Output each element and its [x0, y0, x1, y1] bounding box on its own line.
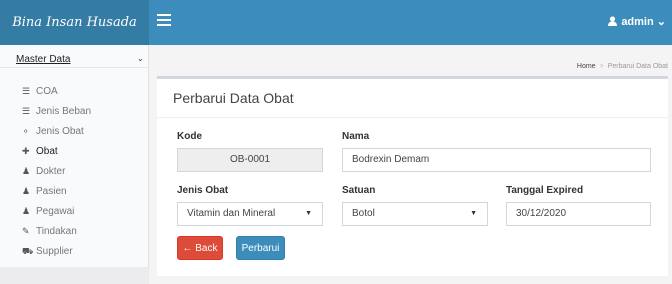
sidebar-item-supplier[interactable]: ⛟ Supplier	[22, 246, 73, 260]
sidebar-item-label: Jenis Obat	[36, 126, 84, 137]
pills-icon: ⚬	[22, 126, 30, 136]
sidebar-section-master-data[interactable]: Master Data ⌄	[0, 45, 149, 68]
tanggal-expired-label: Tanggal Expired	[506, 185, 584, 196]
sidebar-item-jenis-beban[interactable]: ☰ Jenis Beban	[22, 106, 91, 120]
list-icon: ☰	[22, 106, 31, 116]
user-menu[interactable]: admin ⌄	[608, 0, 666, 45]
sidebar-item-label: Dokter	[36, 166, 66, 177]
kode-field: OB-0001	[177, 148, 323, 172]
sidebar-item-label: COA	[36, 86, 58, 97]
nama-field[interactable]: Bodrexin Demam	[342, 148, 651, 172]
capsule-icon: ✚	[22, 146, 30, 156]
list-icon: ☰	[22, 86, 31, 96]
sidebar-item-pegawai[interactable]: ♟ Pegawai	[22, 206, 74, 220]
satuan-value: Botol	[352, 208, 375, 219]
divider	[157, 117, 668, 118]
sidebar-footer	[0, 267, 149, 284]
user-icon: ♟	[22, 206, 31, 216]
jenis-obat-select[interactable]: Vitamin dan Mineral ▼	[177, 202, 323, 226]
satuan-label: Satuan	[342, 185, 376, 196]
sidebar-item-label: Tindakan	[36, 226, 77, 237]
user-icon	[608, 16, 618, 26]
user-name: admin	[621, 16, 654, 28]
page-title: Perbarui Data Obat	[173, 90, 294, 106]
top-navbar: Bina Insan Husada admin ⌄	[0, 0, 672, 45]
select-caret-icon: ▼	[305, 210, 312, 217]
brand-logo[interactable]: Bina Insan Husada	[0, 0, 149, 45]
hamburger-menu-icon[interactable]	[157, 14, 171, 28]
sidebar-item-obat[interactable]: ✚ Obat	[22, 146, 58, 160]
perbarui-button[interactable]: Perbarui	[236, 236, 285, 260]
jenis-obat-value: Vitamin dan Mineral	[187, 208, 276, 219]
back-button[interactable]: ← Back	[177, 236, 223, 260]
sidebar-item-coa[interactable]: ☰ COA	[22, 86, 58, 100]
sidebar-item-label: Pegawai	[36, 206, 75, 217]
breadcrumb-current: Perbarui Data Obat	[607, 63, 668, 70]
sidebar: Master Data ⌄ ☰ COA ☰ Jenis Beban ⚬ Jenis O…	[0, 45, 149, 284]
chevron-down-icon: ⌄	[137, 54, 144, 63]
sidebar-section-label: Master Data	[16, 54, 71, 65]
sidebar-item-label: Pasien	[36, 186, 67, 197]
nama-label: Nama	[342, 131, 370, 142]
sidebar-item-label: Obat	[36, 146, 58, 157]
form-panel: Perbarui Data Obat Kode OB-0001 Nama Bod…	[157, 76, 668, 276]
user-md-icon: ♟	[22, 166, 31, 176]
sidebar-item-label: Jenis Beban	[36, 106, 92, 117]
sidebar-item-pasien[interactable]: ♟ Pasien	[22, 186, 67, 200]
sidebar-item-tindakan[interactable]: ✎ Tindakan	[22, 226, 77, 240]
jenis-obat-label: Jenis Obat	[177, 185, 229, 196]
breadcrumb-home[interactable]: Home	[577, 63, 596, 70]
kode-label: Kode	[177, 131, 202, 142]
breadcrumb-separator: >	[599, 63, 604, 70]
sidebar-item-dokter[interactable]: ♟ Dokter	[22, 166, 65, 180]
tanggal-expired-field[interactable]: 30/12/2020	[506, 202, 651, 226]
truck-icon: ⛟	[22, 246, 34, 256]
chevron-down-icon: ⌄	[656, 16, 666, 28]
satuan-select[interactable]: Botol ▼	[342, 202, 488, 226]
breadcrumb: Home > Perbarui Data Obat	[577, 63, 668, 70]
user-icon: ♟	[22, 186, 31, 196]
sidebar-item-jenis-obat[interactable]: ⚬ Jenis Obat	[22, 126, 84, 140]
sidebar-item-label: Supplier	[36, 246, 73, 257]
syringe-icon: ✎	[22, 226, 30, 236]
select-caret-icon: ▼	[470, 210, 477, 217]
